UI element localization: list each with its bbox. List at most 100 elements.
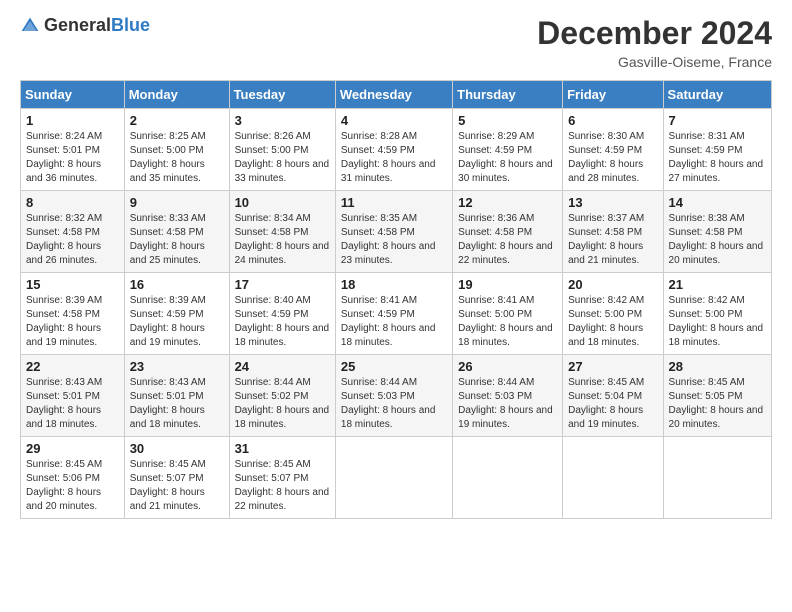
day-detail: Sunrise: 8:36 AM Sunset: 4:58 PM Dayligh… [458,213,553,266]
day-detail: Sunrise: 8:32 AM Sunset: 4:58 PM Dayligh… [26,213,102,266]
day-detail: Sunrise: 8:44 AM Sunset: 5:03 PM Dayligh… [341,377,436,430]
day-number: 20 [568,277,657,292]
day-detail: Sunrise: 8:25 AM Sunset: 5:00 PM Dayligh… [130,131,206,184]
day-cell: 11 Sunrise: 8:35 AM Sunset: 4:58 PM Dayl… [335,191,452,273]
day-number: 4 [341,113,447,128]
day-detail: Sunrise: 8:24 AM Sunset: 5:01 PM Dayligh… [26,131,102,184]
location: Gasville-Oiseme, France [537,54,772,70]
day-detail: Sunrise: 8:41 AM Sunset: 4:59 PM Dayligh… [341,295,436,348]
day-number: 17 [235,277,330,292]
day-cell: 23 Sunrise: 8:43 AM Sunset: 5:01 PM Dayl… [124,355,229,437]
day-detail: Sunrise: 8:39 AM Sunset: 4:58 PM Dayligh… [26,295,102,348]
week-row-4: 22 Sunrise: 8:43 AM Sunset: 5:01 PM Dayl… [21,355,772,437]
day-detail: Sunrise: 8:41 AM Sunset: 5:00 PM Dayligh… [458,295,553,348]
day-cell: 17 Sunrise: 8:40 AM Sunset: 4:59 PM Dayl… [229,273,335,355]
day-cell: 22 Sunrise: 8:43 AM Sunset: 5:01 PM Dayl… [21,355,125,437]
day-number: 24 [235,359,330,374]
day-number: 31 [235,441,330,456]
day-detail: Sunrise: 8:45 AM Sunset: 5:07 PM Dayligh… [130,459,206,512]
day-detail: Sunrise: 8:44 AM Sunset: 5:02 PM Dayligh… [235,377,330,430]
day-number: 26 [458,359,557,374]
day-cell [663,437,771,519]
day-number: 12 [458,195,557,210]
day-cell: 28 Sunrise: 8:45 AM Sunset: 5:05 PM Dayl… [663,355,771,437]
day-number: 28 [669,359,766,374]
day-cell: 21 Sunrise: 8:42 AM Sunset: 5:00 PM Dayl… [663,273,771,355]
day-cell: 31 Sunrise: 8:45 AM Sunset: 5:07 PM Dayl… [229,437,335,519]
day-cell: 4 Sunrise: 8:28 AM Sunset: 4:59 PM Dayli… [335,109,452,191]
day-detail: Sunrise: 8:30 AM Sunset: 4:59 PM Dayligh… [568,131,644,184]
day-detail: Sunrise: 8:45 AM Sunset: 5:05 PM Dayligh… [669,377,764,430]
col-sunday: Sunday [21,81,125,109]
day-number: 25 [341,359,447,374]
month-title: December 2024 [537,15,772,52]
logo-icon [20,16,40,36]
calendar-body: 1 Sunrise: 8:24 AM Sunset: 5:01 PM Dayli… [21,109,772,519]
day-number: 15 [26,277,119,292]
day-cell: 18 Sunrise: 8:41 AM Sunset: 4:59 PM Dayl… [335,273,452,355]
day-cell: 30 Sunrise: 8:45 AM Sunset: 5:07 PM Dayl… [124,437,229,519]
day-detail: Sunrise: 8:40 AM Sunset: 4:59 PM Dayligh… [235,295,330,348]
day-cell [563,437,663,519]
day-detail: Sunrise: 8:28 AM Sunset: 4:59 PM Dayligh… [341,131,436,184]
col-thursday: Thursday [453,81,563,109]
col-wednesday: Wednesday [335,81,452,109]
day-number: 23 [130,359,224,374]
day-cell: 7 Sunrise: 8:31 AM Sunset: 4:59 PM Dayli… [663,109,771,191]
day-cell: 26 Sunrise: 8:44 AM Sunset: 5:03 PM Dayl… [453,355,563,437]
day-cell: 16 Sunrise: 8:39 AM Sunset: 4:59 PM Dayl… [124,273,229,355]
day-number: 3 [235,113,330,128]
page: GeneralBlue December 2024 Gasville-Oisem… [0,0,792,612]
day-cell: 5 Sunrise: 8:29 AM Sunset: 4:59 PM Dayli… [453,109,563,191]
day-number: 18 [341,277,447,292]
day-number: 13 [568,195,657,210]
day-detail: Sunrise: 8:43 AM Sunset: 5:01 PM Dayligh… [130,377,206,430]
col-saturday: Saturday [663,81,771,109]
day-cell: 1 Sunrise: 8:24 AM Sunset: 5:01 PM Dayli… [21,109,125,191]
day-cell: 12 Sunrise: 8:36 AM Sunset: 4:58 PM Dayl… [453,191,563,273]
day-cell: 6 Sunrise: 8:30 AM Sunset: 4:59 PM Dayli… [563,109,663,191]
day-number: 16 [130,277,224,292]
day-detail: Sunrise: 8:39 AM Sunset: 4:59 PM Dayligh… [130,295,206,348]
day-number: 5 [458,113,557,128]
day-number: 22 [26,359,119,374]
day-detail: Sunrise: 8:34 AM Sunset: 4:58 PM Dayligh… [235,213,330,266]
day-detail: Sunrise: 8:33 AM Sunset: 4:58 PM Dayligh… [130,213,206,266]
day-cell: 15 Sunrise: 8:39 AM Sunset: 4:58 PM Dayl… [21,273,125,355]
day-number: 8 [26,195,119,210]
header-row: Sunday Monday Tuesday Wednesday Thursday… [21,81,772,109]
day-number: 21 [669,277,766,292]
day-cell [335,437,452,519]
week-row-2: 8 Sunrise: 8:32 AM Sunset: 4:58 PM Dayli… [21,191,772,273]
day-number: 2 [130,113,224,128]
col-tuesday: Tuesday [229,81,335,109]
day-number: 30 [130,441,224,456]
day-cell: 27 Sunrise: 8:45 AM Sunset: 5:04 PM Dayl… [563,355,663,437]
day-cell: 8 Sunrise: 8:32 AM Sunset: 4:58 PM Dayli… [21,191,125,273]
day-cell: 14 Sunrise: 8:38 AM Sunset: 4:58 PM Dayl… [663,191,771,273]
logo-general: GeneralBlue [44,15,150,36]
day-detail: Sunrise: 8:37 AM Sunset: 4:58 PM Dayligh… [568,213,644,266]
week-row-3: 15 Sunrise: 8:39 AM Sunset: 4:58 PM Dayl… [21,273,772,355]
day-detail: Sunrise: 8:31 AM Sunset: 4:59 PM Dayligh… [669,131,764,184]
day-number: 6 [568,113,657,128]
day-number: 19 [458,277,557,292]
day-detail: Sunrise: 8:43 AM Sunset: 5:01 PM Dayligh… [26,377,102,430]
day-number: 9 [130,195,224,210]
day-detail: Sunrise: 8:42 AM Sunset: 5:00 PM Dayligh… [669,295,764,348]
day-number: 29 [26,441,119,456]
day-cell: 3 Sunrise: 8:26 AM Sunset: 5:00 PM Dayli… [229,109,335,191]
day-number: 27 [568,359,657,374]
day-cell: 13 Sunrise: 8:37 AM Sunset: 4:58 PM Dayl… [563,191,663,273]
day-detail: Sunrise: 8:42 AM Sunset: 5:00 PM Dayligh… [568,295,644,348]
day-cell: 10 Sunrise: 8:34 AM Sunset: 4:58 PM Dayl… [229,191,335,273]
day-number: 1 [26,113,119,128]
day-cell: 24 Sunrise: 8:44 AM Sunset: 5:02 PM Dayl… [229,355,335,437]
calendar-table: Sunday Monday Tuesday Wednesday Thursday… [20,80,772,519]
header: GeneralBlue December 2024 Gasville-Oisem… [20,15,772,70]
day-detail: Sunrise: 8:35 AM Sunset: 4:58 PM Dayligh… [341,213,436,266]
week-row-1: 1 Sunrise: 8:24 AM Sunset: 5:01 PM Dayli… [21,109,772,191]
day-number: 14 [669,195,766,210]
day-number: 11 [341,195,447,210]
day-detail: Sunrise: 8:45 AM Sunset: 5:06 PM Dayligh… [26,459,102,512]
